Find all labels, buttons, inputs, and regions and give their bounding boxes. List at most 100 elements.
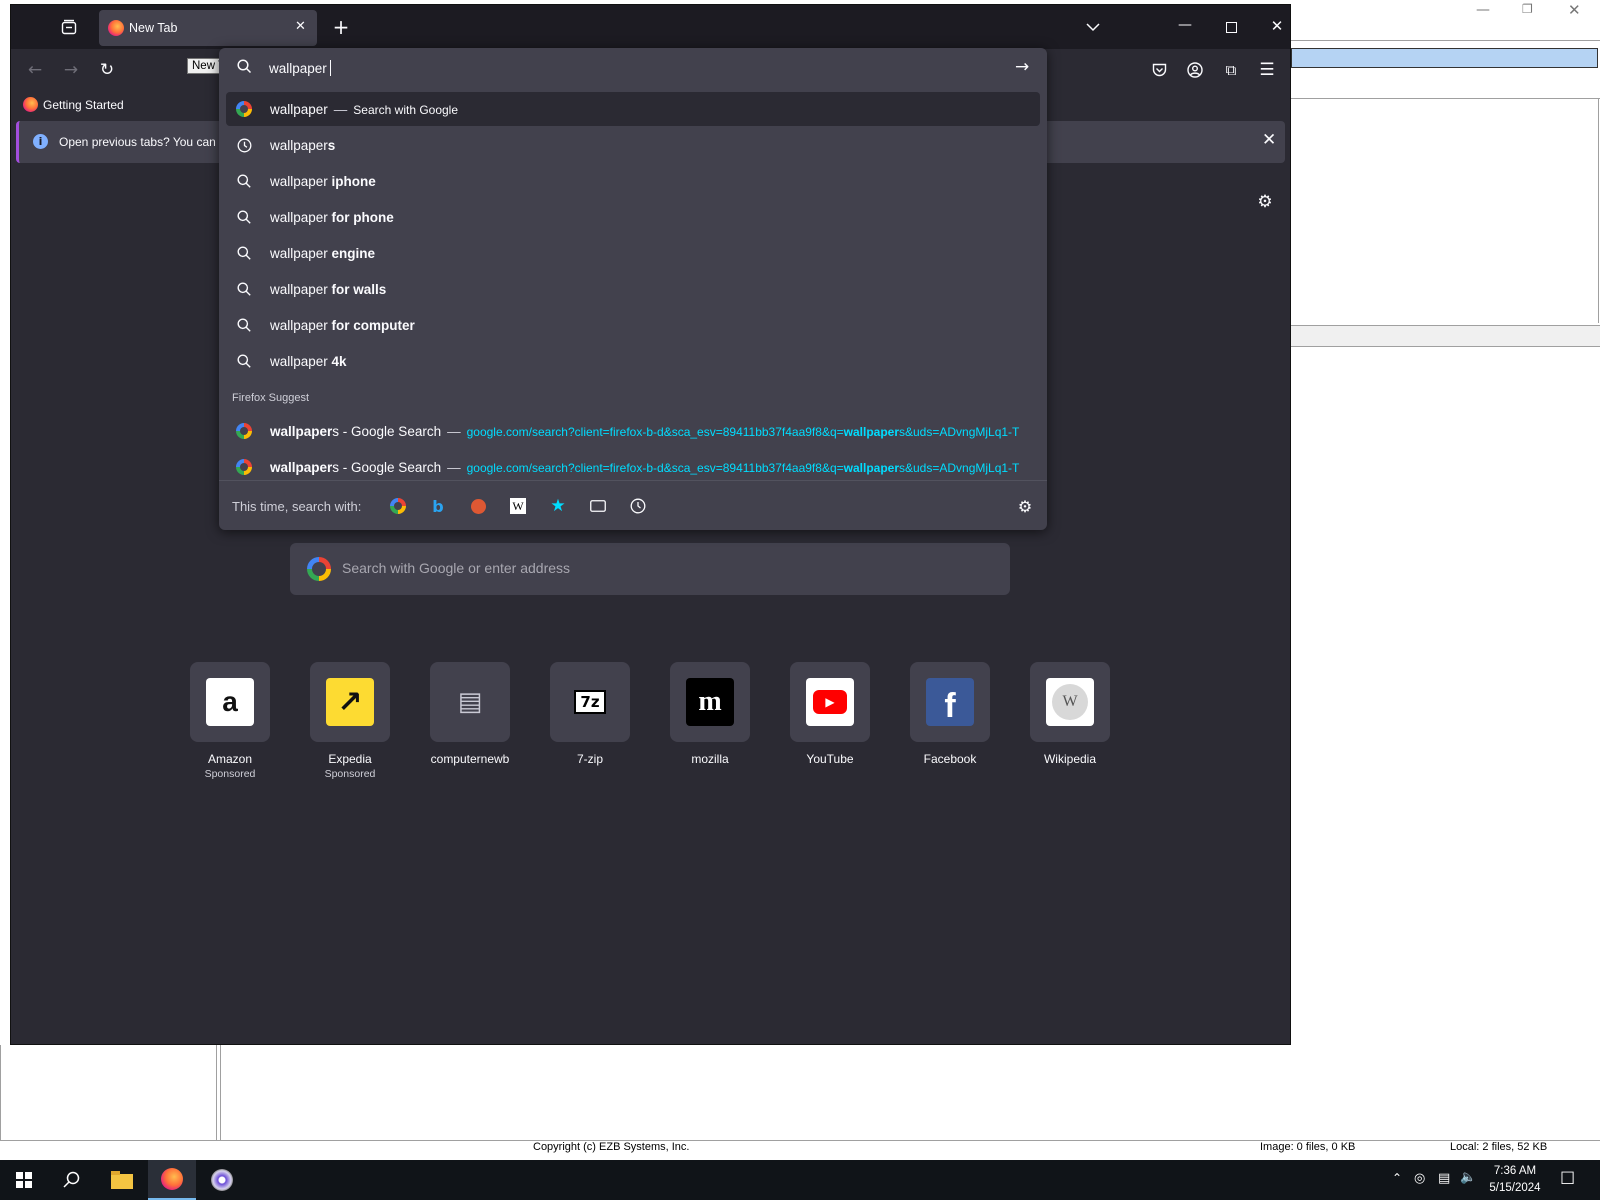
- urlbar-suggestion[interactable]: wallpaper engine: [226, 236, 1040, 270]
- hamburger-menu-icon[interactable]: ☰: [1255, 58, 1279, 82]
- top-site-tile[interactable]: f: [910, 662, 990, 742]
- top-site-tile[interactable]: m: [670, 662, 750, 742]
- suggest-url-post: s&uds=ADvngMjLq1-T: [899, 424, 1020, 439]
- top-site-tile[interactable]: a: [190, 662, 270, 742]
- pocket-icon[interactable]: [1147, 58, 1171, 82]
- top-site-facebook[interactable]: f Facebook: [890, 662, 1010, 766]
- suggest-title-bold: wallpaper: [270, 459, 333, 475]
- urlbar-suggestion[interactable]: wallpaper 4k: [226, 344, 1040, 378]
- url-input-value: wallpaper: [269, 61, 327, 76]
- search-icon: [237, 59, 252, 77]
- firefox-suggest-item[interactable]: wallpapers - Google Search — google.com/se…: [226, 414, 1040, 448]
- close-tab-icon[interactable]: ✕: [295, 19, 306, 34]
- 7zip-icon: 7z: [566, 678, 614, 726]
- file-explorer-icon[interactable]: [98, 1160, 146, 1200]
- go-arrow-icon[interactable]: →: [1015, 57, 1029, 77]
- restore-icon[interactable]: ❐: [1522, 2, 1533, 16]
- top-site-tile[interactable]: ↗: [310, 662, 390, 742]
- home-search-box[interactable]: Search with Google or enter address: [290, 543, 1010, 595]
- top-site-tile[interactable]: W: [1030, 662, 1110, 742]
- url-input[interactable]: wallpaper →: [219, 48, 1047, 88]
- top-site-mozilla[interactable]: m mozilla: [650, 662, 770, 766]
- urlbar-suggestion[interactable]: wallpapers: [226, 128, 1040, 162]
- top-site-7-zip[interactable]: 7z 7-zip: [530, 662, 650, 766]
- search-icon: [226, 318, 262, 332]
- expedia-icon: ↗: [326, 678, 374, 726]
- infobar-message: Open previous tabs? You can re: [59, 135, 230, 149]
- window-maximize-icon[interactable]: [1219, 15, 1243, 39]
- window-close-icon[interactable]: ✕: [1265, 14, 1289, 38]
- close-infobar-icon[interactable]: ✕: [1262, 130, 1276, 150]
- reload-icon[interactable]: ↻: [95, 58, 119, 82]
- search-icon: [226, 282, 262, 296]
- divider: [1598, 98, 1599, 323]
- youtube-icon: ▶: [806, 678, 854, 726]
- divider: [216, 1045, 217, 1140]
- top-site-tile[interactable]: ▤: [430, 662, 510, 742]
- close-icon[interactable]: ✕: [1568, 1, 1581, 19]
- firefox-suggest-item[interactable]: wallpapers - Google Search — google.com/se…: [226, 450, 1040, 484]
- top-site-youtube[interactable]: ▶ YouTube: [770, 662, 890, 766]
- search-settings-gear-icon[interactable]: ⚙: [1014, 495, 1036, 517]
- forward-arrow-icon[interactable]: →: [59, 58, 83, 82]
- notifications-icon[interactable]: ☐: [1560, 1169, 1575, 1189]
- suggestion-completion: for walls: [331, 281, 387, 297]
- bookmarks-star-icon[interactable]: ★: [547, 495, 569, 517]
- taskbar-firefox-icon[interactable]: [148, 1160, 196, 1200]
- divider: [220, 1045, 221, 1140]
- firefox-view-icon[interactable]: [57, 15, 81, 39]
- search-icon: [226, 246, 262, 260]
- top-site-computernewb[interactable]: ▤ computernewb: [410, 662, 530, 766]
- top-site-wikipedia[interactable]: W Wikipedia: [1010, 662, 1130, 766]
- tab-new-tab[interactable]: New Tab ✕: [99, 10, 317, 46]
- network-icon[interactable]: ▤: [1438, 1171, 1450, 1186]
- taskbar-search-icon[interactable]: [48, 1160, 96, 1200]
- extensions-puzzle-icon[interactable]: ⧉: [1219, 58, 1243, 82]
- window-minimize-icon[interactable]: —: [1173, 13, 1197, 37]
- one-off-label: This time, search with:: [232, 499, 362, 514]
- home-search-placeholder: Search with Google or enter address: [342, 560, 571, 576]
- urlbar-dropdown: wallpaper → wallpaper — Search with Google…: [219, 48, 1047, 530]
- urlbar-suggestion[interactable]: wallpaper for phone: [226, 200, 1040, 234]
- google-icon: [307, 557, 331, 581]
- urlbar-suggestion[interactable]: wallpaper iphone: [226, 164, 1040, 198]
- tabs-icon[interactable]: [587, 495, 609, 517]
- top-site-tile[interactable]: 7z: [550, 662, 630, 742]
- suggestion-completion: engine: [331, 245, 376, 261]
- urlbar-suggestion[interactable]: wallpaper for walls: [226, 272, 1040, 306]
- google-icon: [226, 459, 262, 475]
- info-icon: i: [33, 134, 48, 149]
- windows-start-icon[interactable]: [0, 1160, 48, 1200]
- top-site-expedia[interactable]: ↗ Expedia Sponsored: [290, 662, 410, 780]
- suggestion-action: Search with Google: [353, 102, 459, 117]
- new-tab-plus-icon[interactable]: +: [329, 15, 353, 39]
- urlbar-suggestion[interactable]: wallpaper for computer: [226, 308, 1040, 342]
- meet-now-icon[interactable]: ◎: [1414, 1171, 1425, 1186]
- list-all-tabs-chevron-icon[interactable]: [1081, 15, 1105, 39]
- taskbar-clock[interactable]: 7:36 AM 5/15/2024: [1480, 1163, 1550, 1197]
- history-clock-icon[interactable]: [627, 495, 649, 517]
- top-site-amazon[interactable]: a Amazon Sponsored: [170, 662, 290, 780]
- back-arrow-icon[interactable]: ←: [23, 58, 47, 82]
- wikipedia-engine-icon[interactable]: W: [507, 495, 529, 517]
- divider: [1291, 40, 1600, 41]
- urlbar-suggestion[interactable]: wallpaper — Search with Google: [226, 92, 1040, 126]
- top-site-tile[interactable]: ▶: [790, 662, 870, 742]
- duckduckgo-engine-icon[interactable]: [467, 495, 489, 517]
- background-toolbar-strip: [1291, 48, 1598, 68]
- account-icon[interactable]: [1183, 58, 1207, 82]
- volume-muted-icon[interactable]: 🔈: [1460, 1170, 1476, 1185]
- settings-gear-icon[interactable]: ⚙: [1254, 191, 1276, 213]
- suggestion-prefix: wallpaper: [270, 245, 332, 261]
- show-hidden-icons-chevron-icon[interactable]: ⌃: [1392, 1171, 1402, 1185]
- minimize-icon[interactable]: —: [1476, 2, 1490, 18]
- ultraiso-disc-icon[interactable]: [198, 1160, 246, 1200]
- bookmark-label: Getting Started: [43, 97, 124, 112]
- suggestion-completion: s: [327, 137, 336, 153]
- separator: —: [447, 423, 461, 439]
- top-site-label: Facebook: [923, 752, 977, 766]
- bookmark-getting-started[interactable]: Getting Started: [23, 97, 124, 112]
- bing-engine-icon[interactable]: b: [427, 495, 449, 517]
- facebook-icon: f: [926, 678, 974, 726]
- google-engine-icon[interactable]: [387, 495, 409, 517]
